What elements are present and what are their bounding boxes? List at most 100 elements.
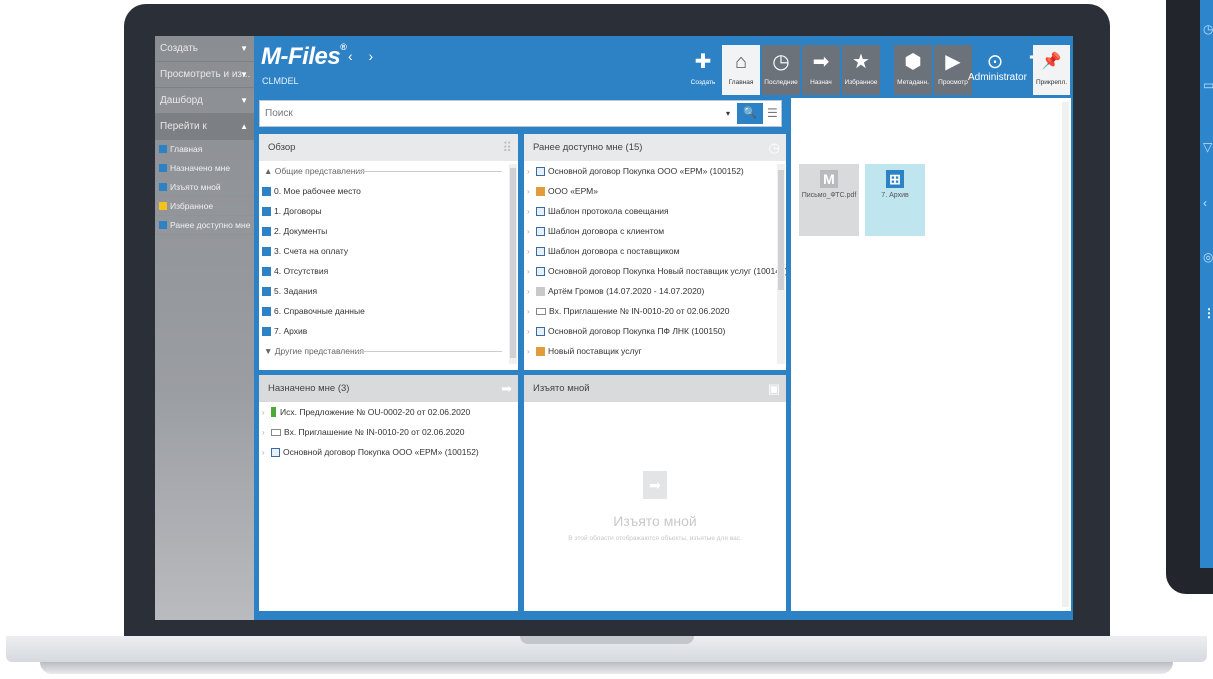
pin-button[interactable]: 📌 Прикрепл. [1033, 45, 1070, 95]
empty-title: Изъято мной [613, 513, 697, 529]
group-icon [536, 347, 545, 356]
nav-item-4[interactable]: Ранее доступно мне [155, 216, 254, 235]
group-other[interactable]: ▼ Другие представления [259, 341, 518, 361]
toolbar-label: Назнач [810, 79, 832, 86]
assigned-item[interactable]: › Исх. Предложение № OU-0002-20 от 02.06.… [259, 402, 518, 422]
nav-arrows[interactable]: ‹ › [348, 48, 379, 64]
view-item[interactable]: 0. Мое рабочее место [259, 181, 518, 201]
pinned-tile-1[interactable]: ⊞ 7. Архив [865, 164, 925, 236]
recent-item[interactable]: › Новый поставщик услуг [524, 341, 786, 361]
assigned-item[interactable]: › Вх. Приглашение № IN-0010-20 от 02.06.2… [259, 422, 518, 442]
arrow-right-icon[interactable]: ➡ [501, 375, 512, 402]
expand-icon[interactable]: › [527, 162, 536, 181]
recent-item[interactable]: › Основной договор Покупка ООО «ЕРМ» (100… [524, 161, 786, 181]
assigned-panel: Назначено мне (3) ➡ › Исх. Предложение № O… [259, 375, 518, 611]
expand-icon[interactable]: › [527, 282, 536, 301]
tablet-filter-icon: ▽ [1203, 140, 1213, 154]
nav-item-2[interactable]: Изъято мной [155, 178, 254, 197]
nav-section-3[interactable]: Перейти к ▲ [155, 114, 254, 140]
pin-label: Прикрепл. [1035, 79, 1068, 86]
status-icon [271, 407, 276, 417]
toolbar-button-1[interactable]: ⌂ Главная [722, 45, 760, 95]
nav-item-0[interactable]: Главная [155, 140, 254, 159]
mail-icon [271, 429, 281, 436]
expand-icon[interactable]: › [527, 302, 536, 321]
recent-header: Ранее доступно мне (15) ◷ [524, 134, 786, 161]
nav-section-0[interactable]: Создать ▼ [155, 36, 254, 62]
view-item[interactable]: 4. Отсутствия [259, 261, 518, 281]
view-item[interactable]: 7. Архив [259, 321, 518, 341]
expand-icon[interactable]: › [262, 403, 271, 422]
view-icon [262, 267, 271, 276]
expand-icon[interactable]: › [527, 242, 536, 261]
expand-icon[interactable]: › [527, 342, 536, 361]
nav-item-3[interactable]: Избранное [155, 197, 254, 216]
recent-icon [159, 221, 167, 229]
document-icon [536, 207, 545, 216]
expand-icon[interactable]: › [527, 262, 536, 281]
search-input[interactable] [263, 107, 687, 120]
toolbar-button-4[interactable]: ★ Избранное [842, 45, 880, 95]
recent-item[interactable]: › Вх. Приглашение № IN-0010-20 от 02.06.2… [524, 301, 786, 321]
view-item[interactable]: 5. Задания [259, 281, 518, 301]
filter-icon[interactable]: ☰ [767, 106, 778, 120]
checked-out-header: Изъято мной ▣ [524, 375, 786, 402]
recent-item[interactable]: › Основной договор Покупка Новый поставщи… [524, 261, 786, 281]
expand-icon[interactable]: › [527, 202, 536, 221]
view-item[interactable]: 1. Договоры [259, 201, 518, 221]
expand-icon[interactable]: › [262, 423, 271, 442]
view-item[interactable]: 6. Справочные данные [259, 301, 518, 321]
nav-section-1[interactable]: Просмотреть и из... ▼ [155, 62, 254, 88]
toolbar-icon: ➡ [812, 51, 830, 73]
toolbar-label: Избранное [844, 79, 878, 86]
expand-icon[interactable]: › [527, 222, 536, 241]
overview-header: Обзор ⠿ [259, 134, 518, 161]
assigned-item[interactable]: › Основной договор Покупка ООО «ЕРМ» (100… [259, 442, 518, 462]
right-toolbar-button-2[interactable]: ⊙ [976, 45, 1014, 95]
view-label: 4. Отсутствия [274, 266, 329, 276]
checkout-doc-icon[interactable]: ▣ [768, 375, 780, 402]
nav-item-1[interactable]: Назначено мне [155, 159, 254, 178]
recent-item-label: Артём Громов (14.07.2020 - 14.07.2020) [548, 286, 705, 296]
header: M-Files® ‹ › CLMDEL ✚ Создать ⌂ Главная ◷ Пос… [254, 36, 1073, 98]
view-label: 1. Договоры [274, 206, 322, 216]
right-scrollbar[interactable] [1062, 102, 1069, 607]
pinned-tile-0[interactable]: M Письмо_ФТС.pdf [799, 164, 859, 236]
view-item[interactable]: 3. Счета на оплату [259, 241, 518, 261]
expand-icon[interactable]: › [262, 443, 271, 462]
user-name[interactable]: Administrator [968, 72, 1027, 83]
clock-icon[interactable]: ◷ [769, 134, 780, 161]
toolbar-icon: ◷ [772, 51, 790, 73]
search-dropdown-icon[interactable]: ▾ [726, 109, 730, 118]
document-icon [271, 448, 280, 457]
tile-label: Письмо_ФТС.pdf [801, 192, 857, 199]
toolbar-button-3[interactable]: ➡ Назнач [802, 45, 840, 95]
grid-icon[interactable]: ⠿ [502, 134, 512, 161]
search-button[interactable]: 🔍 [737, 103, 763, 124]
checked-out-panel: Изъято мной ▣ ➡ Изъято мной В этой област… [524, 375, 786, 611]
recent-item[interactable]: › Артём Громов (14.07.2020 - 14.07.2020) [524, 281, 786, 301]
right-toolbar-button-0[interactable]: ⬢ Метаданн. [894, 45, 932, 95]
recent-item[interactable]: › ООО «ЕРМ» [524, 181, 786, 201]
toolbar-button-2[interactable]: ◷ Последние [762, 45, 800, 95]
recent-scroll-thumb[interactable] [778, 170, 784, 290]
group-icon [536, 187, 545, 196]
group-common[interactable]: ▲ Общие представления [259, 161, 518, 181]
overview-scroll-thumb[interactable] [510, 168, 516, 358]
recent-item[interactable]: › Основной договор Покупка ПФ ЛНК (100150… [524, 321, 786, 341]
right-toolbar-button-1[interactable]: ▶ Просмотр [934, 45, 972, 95]
recent-item-label: Основной договор Покупка ПФ ЛНК (100150) [548, 326, 726, 336]
view-icon [262, 187, 271, 196]
toolbar-button-0[interactable]: ✚ Создать [684, 45, 722, 95]
recent-item[interactable]: › Шаблон договора с клиентом [524, 221, 786, 241]
tile-icon: ⊞ [886, 170, 904, 188]
recent-item[interactable]: › Шаблон протокола совещания [524, 201, 786, 221]
expand-icon[interactable]: › [527, 322, 536, 341]
expand-icon[interactable]: › [527, 182, 536, 201]
recent-item[interactable]: › Шаблон договора с поставщиком [524, 241, 786, 261]
toolbar-icon: ⌂ [734, 51, 748, 73]
app-logo: M-Files® [261, 42, 347, 70]
view-item[interactable]: 2. Документы [259, 221, 518, 241]
nav-section-2[interactable]: Дашборд ▼ [155, 88, 254, 114]
nav-section-label: Просмотреть и из... [160, 69, 251, 80]
